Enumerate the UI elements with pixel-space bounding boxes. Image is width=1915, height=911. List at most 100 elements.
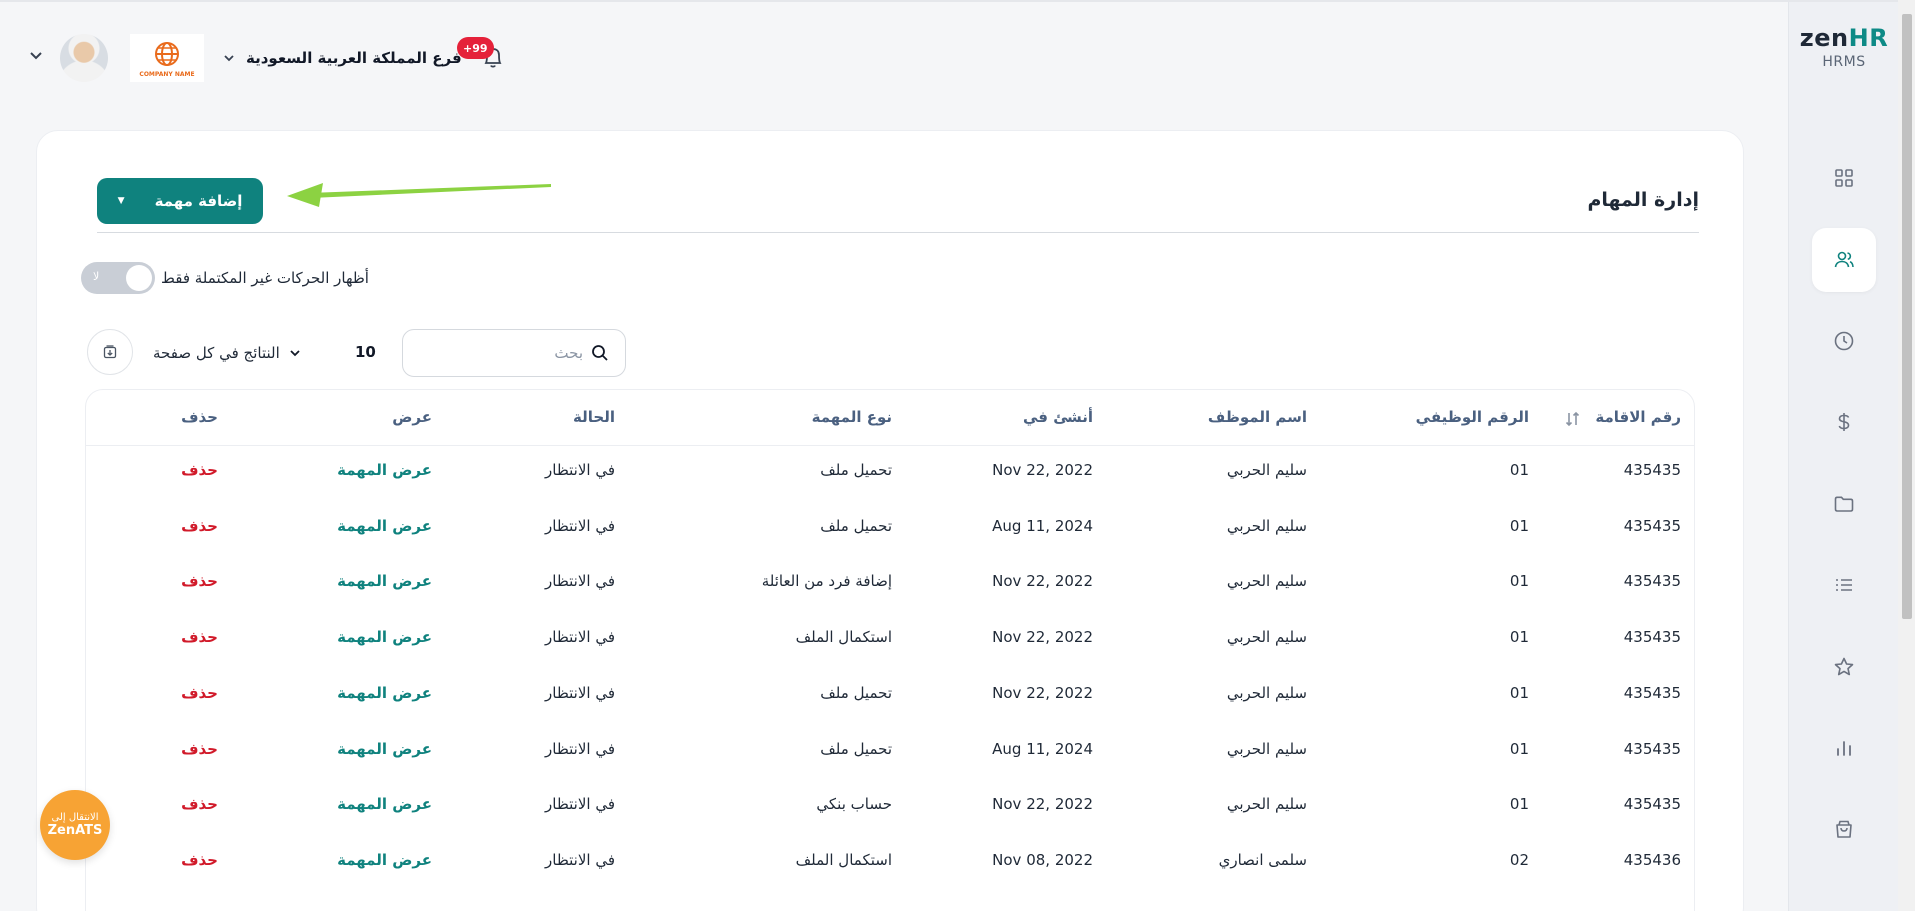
sidebar-item-documents[interactable] (1812, 472, 1876, 536)
cell-job-number: 02 (1509, 850, 1529, 869)
add-task-button[interactable]: ▼ إضافة مهمة (97, 178, 263, 224)
profile-menu-chevron-icon[interactable] (26, 46, 46, 66)
view-task-link[interactable]: عرض المهمة (337, 517, 432, 535)
page-scrollbar[interactable] (1898, 0, 1915, 911)
table-row: 435436 02 سلمى انصاري Nov 08, 2022 استكمال ا… (86, 836, 1694, 892)
delete-task-link[interactable]: حذف (181, 684, 218, 702)
cell-created: Aug 11, 2024 (992, 516, 1093, 535)
branch-selector[interactable]: فرع المملكة العربية السعودية (222, 46, 462, 70)
zenats-line1: الانتقال إلى (51, 812, 99, 823)
avatar[interactable] (60, 34, 108, 82)
cell-residence: 435435 (1623, 572, 1681, 591)
table-row: 435435 01 سليم الحربي Nov 22, 2022 إضافة فرد… (86, 557, 1694, 613)
cell-employee: سليم الحربي (1226, 795, 1307, 814)
company-logo: COMPANY NAME (130, 34, 204, 82)
caret-down-icon: ▼ (117, 196, 125, 206)
view-task-link[interactable]: عرض المهمة (337, 684, 432, 702)
cell-job-number: 01 (1509, 739, 1529, 758)
col-residence[interactable]: رقم الاقامة (1595, 408, 1681, 426)
logo-hr: HR (1848, 24, 1889, 52)
per-page-selector[interactable]: النتائج في كل صفحة (153, 341, 302, 365)
incomplete-only-toggle[interactable]: لا (81, 262, 155, 294)
delete-task-link[interactable]: حذف (181, 628, 218, 646)
cell-task-type: تحميل ملف (820, 516, 892, 535)
delete-task-link[interactable]: حذف (181, 851, 218, 869)
col-created[interactable]: أنشئ في (1023, 408, 1093, 426)
cell-status: في الانتظار (545, 739, 615, 758)
cell-task-type: حساب بنكي (816, 795, 892, 814)
chevron-down-icon (224, 55, 234, 62)
view-task-link[interactable]: عرض المهمة (337, 572, 432, 590)
cell-residence: 435435 (1623, 683, 1681, 702)
col-view: عرض (392, 408, 432, 426)
tasks-table: رقم الاقامة الرقم الوظيفي اسم الموظف أنش… (85, 389, 1695, 911)
view-task-link[interactable]: عرض المهمة (337, 851, 432, 869)
table-row: 435435 01 سليم الحربي Aug 11, 2024 تحميل ملف… (86, 502, 1694, 558)
view-task-link[interactable]: عرض المهمة (337, 795, 432, 813)
zenats-button[interactable]: الانتقال إلى ZenATS (40, 790, 110, 860)
sidebar-item-performance[interactable] (1812, 635, 1876, 699)
sidebar-item-attendance[interactable] (1812, 309, 1876, 373)
export-button[interactable] (87, 329, 133, 375)
sidebar-item-employees[interactable] (1812, 228, 1876, 292)
cell-residence: 435436 (1623, 850, 1681, 869)
cell-task-type: استكمال الملف (795, 850, 892, 869)
delete-task-link[interactable]: حذف (181, 461, 218, 479)
view-task-link[interactable]: عرض المهمة (337, 740, 432, 758)
cell-task-type: استكمال الملف (795, 628, 892, 647)
cell-task-type: تحميل ملف (820, 739, 892, 758)
cell-residence: 435435 (1623, 461, 1681, 479)
sidebar-item-tasks[interactable] (1812, 553, 1876, 617)
cell-residence: 435435 (1623, 739, 1681, 758)
cell-status: في الانتظار (545, 628, 615, 647)
sidebar-item-reports[interactable] (1812, 716, 1876, 780)
scrollbar-thumb[interactable] (1902, 14, 1912, 619)
cell-status: في الانتظار (545, 683, 615, 702)
bar-chart-icon (1837, 741, 1851, 756)
cell-status: في الانتظار (545, 461, 615, 479)
folder-icon (1834, 496, 1854, 512)
per-page-value[interactable]: 10 (355, 343, 376, 361)
delete-task-link[interactable]: حذف (181, 740, 218, 758)
col-employee[interactable]: اسم الموظف (1208, 408, 1307, 426)
star-icon (1834, 657, 1854, 676)
table-row: 435435 01 سليم الحربي Nov 22, 2022 تحميل ملف… (86, 446, 1694, 502)
branch-name: فرع المملكة العربية السعودية (246, 49, 462, 67)
table-row: 435435 01 سليم الحربي Nov 22, 2022 تحميل ملف… (86, 669, 1694, 725)
search-input[interactable] (433, 344, 583, 362)
cell-status: في الانتظار (545, 850, 615, 869)
col-job-number[interactable]: الرقم الوظيفي (1416, 408, 1529, 426)
delete-task-link[interactable]: حذف (181, 795, 218, 813)
sidebar-item-store[interactable] (1812, 797, 1876, 861)
sidebar-item-payroll[interactable] (1812, 390, 1876, 454)
add-task-label: إضافة مهمة (154, 192, 243, 210)
cell-job-number: 01 (1509, 516, 1529, 535)
col-task-type[interactable]: نوع المهمة (812, 408, 892, 426)
col-status[interactable]: الحالة (573, 408, 615, 426)
toggle-label: أظهار الحركات غير المكتملة فقط (161, 269, 369, 287)
toggle-knob (126, 265, 152, 291)
globe-icon (155, 41, 179, 66)
cell-task-type: تحميل ملف (820, 683, 892, 702)
zenhr-logo[interactable]: zenHR HRMS (1789, 24, 1899, 70)
cell-employee: سليم الحربي (1226, 628, 1307, 647)
incomplete-only-toggle-row: لا أظهار الحركات غير المكتملة فقط (81, 261, 369, 295)
view-task-link[interactable]: عرض المهمة (337, 461, 432, 479)
delete-task-link[interactable]: حذف (181, 517, 218, 535)
col-delete: حذف (181, 408, 218, 426)
sidebar-item-dashboard[interactable] (1812, 146, 1876, 210)
cell-task-type: تحميل ملف (820, 461, 892, 479)
logo-sub: HRMS (1822, 54, 1866, 70)
cell-employee: سليم الحربي (1226, 572, 1307, 591)
delete-task-link[interactable]: حذف (181, 572, 218, 590)
cell-created: Nov 22, 2022 (992, 795, 1093, 814)
table-header: رقم الاقامة الرقم الوظيفي اسم الموظف أنش… (86, 390, 1694, 446)
sort-icon[interactable] (1564, 410, 1582, 428)
cell-employee: سليم الحربي (1226, 461, 1307, 479)
cell-job-number: 01 (1509, 461, 1529, 479)
cell-created: Nov 08, 2022 (992, 850, 1093, 869)
cell-created: Nov 22, 2022 (992, 683, 1093, 702)
view-task-link[interactable]: عرض المهمة (337, 628, 432, 646)
cell-job-number: 01 (1509, 572, 1529, 591)
cell-job-number: 01 (1509, 683, 1529, 702)
